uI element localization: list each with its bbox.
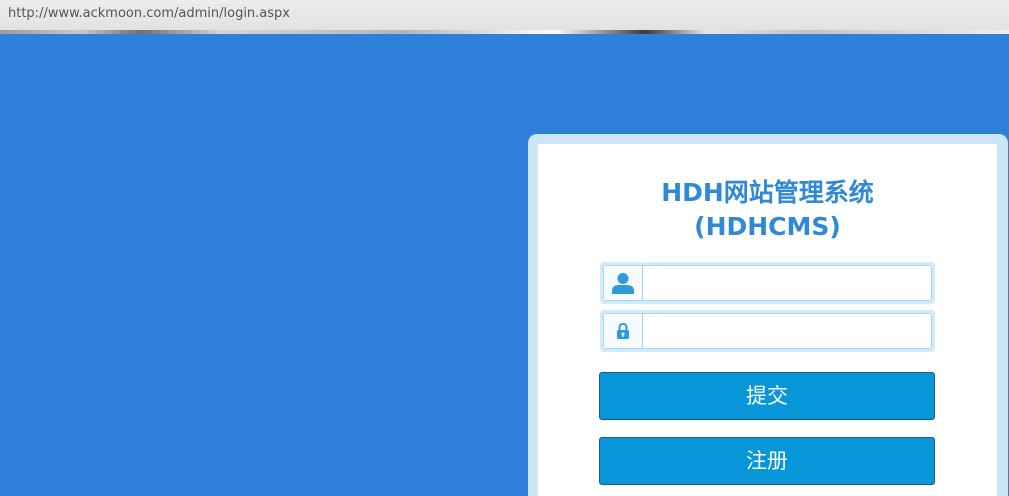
login-card: HDH网站管理系统 (HDHCMS) 提交 注册 xyxy=(528,134,1008,496)
username-field-frame xyxy=(603,265,932,301)
password-field-frame xyxy=(603,313,932,349)
password-group xyxy=(600,310,935,352)
register-button[interactable]: 注册 xyxy=(599,437,935,485)
address-url[interactable]: http://www.ackmoon.com/admin/login.aspx xyxy=(8,6,290,21)
login-title-line1: HDH网站管理系统 xyxy=(661,178,874,207)
login-page: http://www.ackmoon.com/admin/login.aspx … xyxy=(0,0,1009,496)
username-group xyxy=(600,262,935,304)
lock-icon xyxy=(604,314,643,348)
browser-address-bar[interactable]: http://www.ackmoon.com/admin/login.aspx xyxy=(0,0,1009,30)
login-card-body: HDH网站管理系统 (HDHCMS) 提交 注册 xyxy=(538,144,997,496)
username-input[interactable] xyxy=(643,266,931,300)
login-title-line2: (HDHCMS) xyxy=(694,212,841,241)
submit-button[interactable]: 提交 xyxy=(599,372,935,420)
password-input[interactable] xyxy=(643,314,931,348)
login-title: HDH网站管理系统 (HDHCMS) xyxy=(538,176,997,244)
browser-toolbar-edge xyxy=(0,30,1009,34)
user-icon xyxy=(604,266,643,300)
